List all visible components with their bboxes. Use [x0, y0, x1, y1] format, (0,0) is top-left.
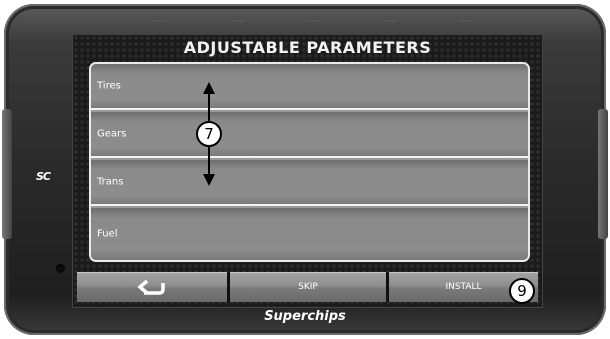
callout-scroll: 7	[196, 121, 222, 147]
callout-install: 9	[509, 278, 535, 304]
side-grip-right	[598, 109, 608, 239]
bezel-mark	[382, 20, 396, 22]
bezel-mark	[306, 20, 320, 22]
back-button[interactable]	[77, 272, 227, 302]
list-item-fuel[interactable]: Fuel	[91, 208, 528, 260]
list-item-label: Tires	[97, 80, 121, 92]
parameter-list[interactable]: Tires Gears Trans Fuel	[89, 62, 530, 262]
superchips-logo: Superchips	[264, 309, 346, 324]
list-item-gears[interactable]: Gears	[91, 112, 528, 158]
bottom-button-bar: SKIP INSTALL	[77, 272, 538, 302]
sc-logo: SC	[36, 170, 51, 183]
power-led	[56, 264, 65, 273]
bezel-mark	[230, 20, 244, 22]
bezel-mark	[459, 20, 473, 22]
skip-button[interactable]: SKIP	[230, 272, 386, 302]
list-item-tires[interactable]: Tires	[91, 64, 528, 110]
list-item-label: Gears	[97, 128, 127, 140]
list-item-label: Trans	[97, 176, 124, 188]
list-item-trans[interactable]: Trans	[91, 160, 528, 206]
page-title: ADJUSTABLE PARAMETERS	[183, 38, 432, 57]
display-screen: ADJUSTABLE PARAMETERS Tires Gears Trans …	[72, 34, 543, 308]
bezel-mark	[152, 20, 166, 22]
back-arrow-icon	[137, 279, 165, 295]
list-item-label: Fuel	[97, 228, 118, 240]
side-grip-left	[2, 109, 12, 239]
